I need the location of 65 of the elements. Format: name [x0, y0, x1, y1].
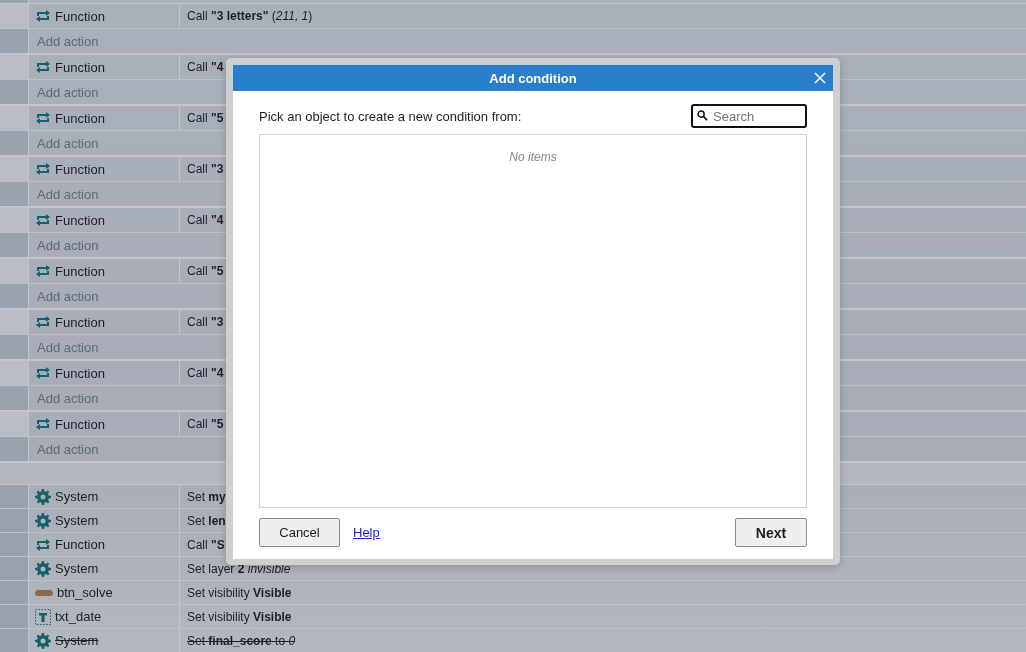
- object-cell: txt_date: [29, 605, 180, 628]
- gear-icon: [35, 488, 51, 505]
- action-text: Set final_score to 0: [187, 633, 296, 648]
- dialog-title: Add condition: [489, 70, 577, 86]
- object-cell: Function: [29, 157, 180, 181]
- help-link[interactable]: Help: [353, 525, 380, 540]
- cycle-arrows-icon: [35, 212, 51, 228]
- add-action-link[interactable]: Add action: [29, 84, 99, 100]
- object-cell: Function: [29, 259, 180, 283]
- cycle-arrows-icon: [35, 161, 51, 177]
- action-text: Set visibility Visible: [187, 609, 292, 624]
- cycle-arrows-icon: [35, 536, 51, 553]
- object-cell: Function: [29, 106, 180, 130]
- action-text: Set visibility Visible: [187, 585, 292, 600]
- action-text: Set len: [187, 513, 226, 528]
- object-cell: Function: [29, 361, 180, 385]
- action-text: Call "4: [187, 213, 224, 227]
- cycle-arrows-icon: [35, 365, 51, 381]
- object-cell: Function: [29, 310, 180, 334]
- object-cell: Function: [29, 533, 180, 556]
- add-action-link[interactable]: Add action: [29, 390, 99, 406]
- cycle-arrows-icon: [35, 59, 51, 75]
- object-cell: System: [29, 509, 180, 532]
- object-cell: Function: [29, 208, 180, 232]
- add-action-link[interactable]: Add action: [29, 441, 99, 457]
- search-icon: [697, 110, 708, 121]
- sprite-icon: [35, 589, 53, 596]
- action-text: Call "3: [187, 315, 224, 329]
- cycle-arrows-icon: [35, 8, 51, 24]
- text-object-icon: [35, 608, 51, 625]
- close-icon[interactable]: [814, 72, 826, 84]
- action-text: Set my: [187, 489, 226, 504]
- gear-icon: [35, 632, 51, 649]
- cycle-arrows-icon: [35, 110, 51, 126]
- empty-list-text: No items: [509, 150, 557, 164]
- next-button[interactable]: Next: [735, 518, 807, 547]
- object-cell: Function: [29, 4, 180, 28]
- cycle-arrows-icon: [35, 263, 51, 279]
- add-action-link[interactable]: Add action: [29, 339, 99, 355]
- gear-icon: [35, 560, 51, 577]
- object-cell: System: [29, 557, 180, 580]
- add-action-link[interactable]: Add action: [29, 288, 99, 304]
- add-action-link[interactable]: Add action: [29, 135, 99, 151]
- cycle-arrows-icon: [35, 416, 51, 432]
- gear-icon: [35, 512, 51, 529]
- action-text: Call "4: [187, 60, 224, 74]
- action-text: Call "3 letters" (211, 1): [187, 9, 313, 23]
- action-text: Call "S: [187, 537, 225, 552]
- object-cell: Function: [29, 55, 180, 79]
- cancel-button[interactable]: Cancel: [259, 518, 340, 547]
- object-cell: Function: [29, 412, 180, 436]
- object-cell: btn_solve: [29, 581, 180, 604]
- cycle-arrows-icon: [35, 314, 51, 330]
- action-text: Call "5: [187, 417, 224, 431]
- search-field[interactable]: Search: [691, 104, 807, 128]
- add-action-link[interactable]: Add action: [29, 186, 99, 202]
- add-action-link[interactable]: Add action: [29, 33, 99, 49]
- object-cell: System: [29, 485, 180, 508]
- action-text: Call "5: [187, 111, 224, 125]
- action-text: Call "4: [187, 366, 224, 380]
- object-cell: System: [29, 629, 180, 652]
- action-text: Call "5: [187, 264, 224, 278]
- prompt-text: Pick an object to create a new condition from:: [259, 108, 522, 124]
- add-action-link[interactable]: Add action: [29, 237, 99, 253]
- action-text: Call "3: [187, 162, 224, 176]
